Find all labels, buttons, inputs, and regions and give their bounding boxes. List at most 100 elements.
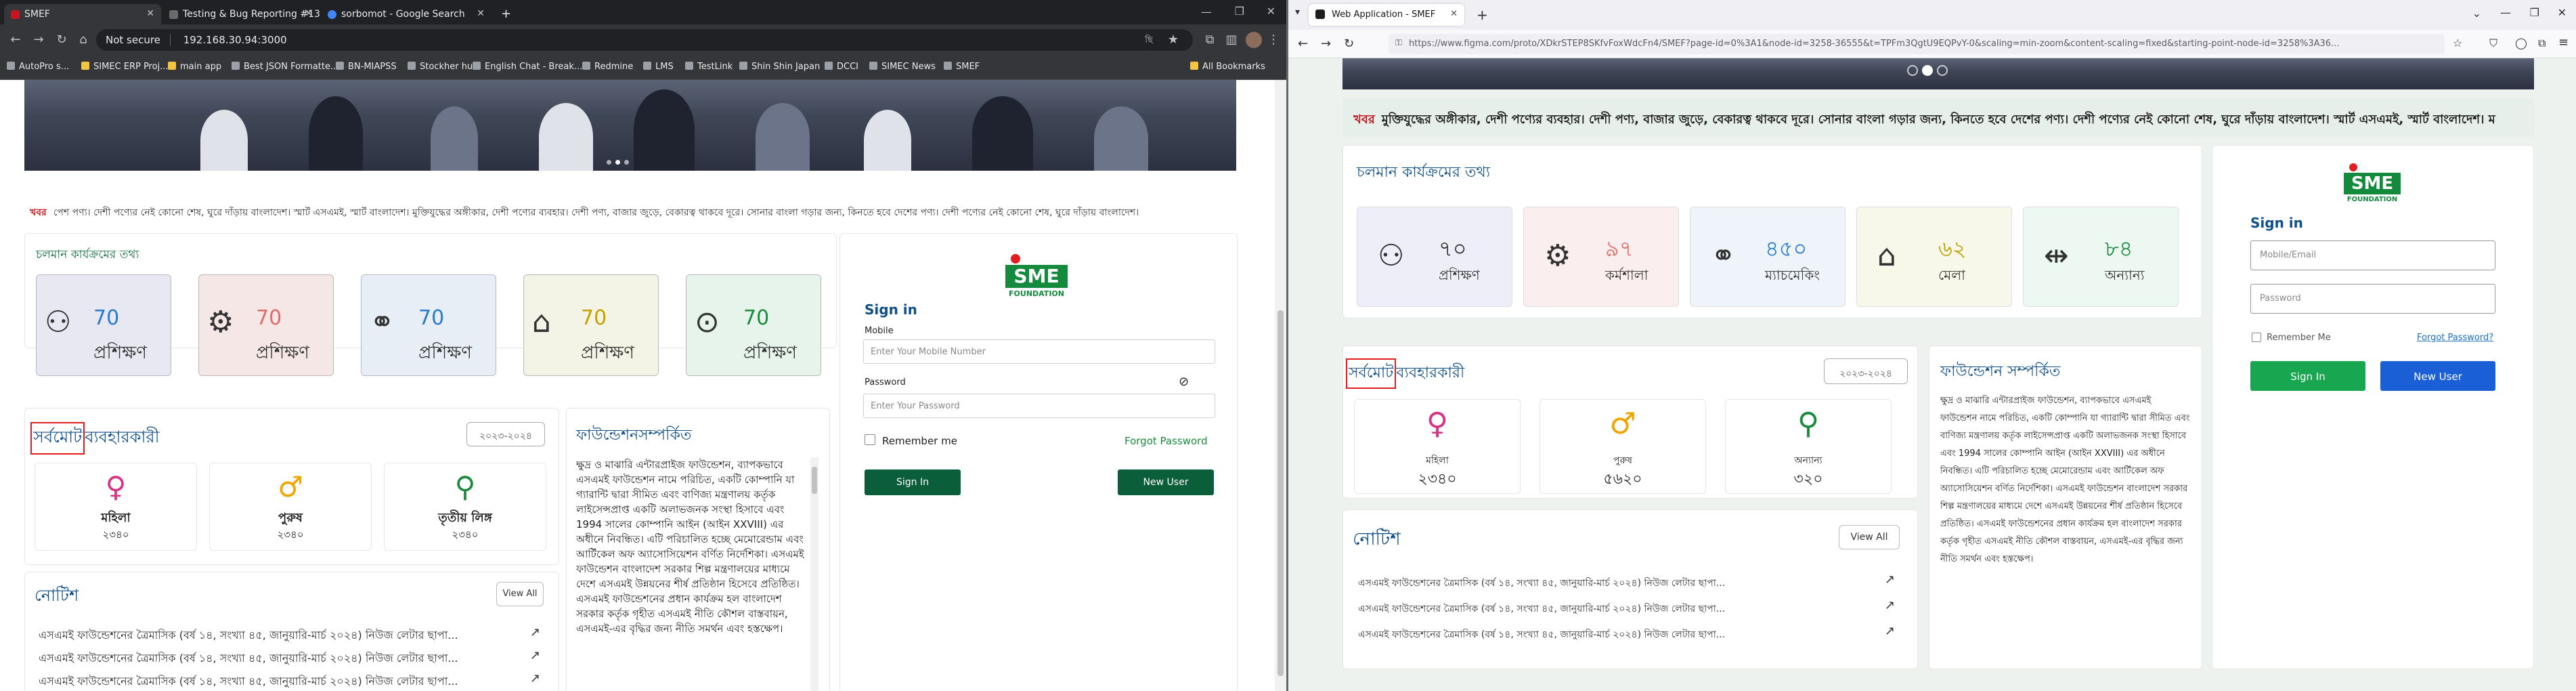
notice-item[interactable]: এসএমই ফাউন্ডেশনের ত্রৈমাসিক (বর্ষ ১৪, সং… [39, 650, 458, 668]
password-input[interactable]: Password [2250, 284, 2495, 314]
menu-icon[interactable]: ⋮ [1266, 33, 1281, 47]
tab-web-application[interactable]: Web Application - SMEF ✕ [1309, 4, 1464, 26]
bookmark-item[interactable]: TestLink [685, 62, 733, 72]
home-icon[interactable]: ⌂ [76, 33, 91, 47]
tab-list-icon[interactable]: ▾ [1295, 7, 1300, 18]
program-card-fair[interactable]: ⌂ 70 প্রশিক্ষণ [523, 274, 659, 376]
close-icon[interactable]: ✕ [146, 8, 154, 19]
bookmark-item[interactable]: Redmine [582, 62, 633, 72]
forward-icon[interactable]: → [1321, 37, 1331, 51]
program-card-others[interactable]: ⇹ ৮৪ অন্যান্য [2023, 207, 2179, 307]
bookmark-item[interactable]: main app [168, 62, 221, 72]
remember-checkbox[interactable] [865, 434, 875, 445]
bookmark-item[interactable]: Shin Shin Japan [739, 62, 820, 72]
star-icon[interactable]: ★ [1166, 33, 1181, 47]
notice-item[interactable]: এসএমই ফাউন্ডেশনের ত্রৈমাসিক (বর্ষ ১৪, সং… [39, 673, 458, 691]
maximize-icon[interactable]: ❐ [2530, 6, 2539, 19]
window-close-icon[interactable]: ✕ [1267, 5, 1275, 18]
new-user-button[interactable]: New User [2380, 361, 2495, 391]
tab-smef[interactable]: SMEF ✕ [4, 4, 161, 24]
program-card-matchmaking[interactable]: ⚭ ৪৫০ ম্যাচমেকিং [1690, 207, 1846, 307]
minimize-icon[interactable]: — [2500, 6, 2511, 19]
extensions-icon[interactable]: ⧉ [2538, 37, 2546, 50]
new-tab-button[interactable]: + [496, 4, 516, 24]
bookmark-item[interactable]: Best JSON Formatte... [232, 62, 339, 72]
close-icon[interactable]: ✕ [1450, 9, 1458, 19]
all-bookmarks[interactable]: All Bookmarks [1190, 62, 1265, 72]
external-link-icon[interactable]: ↗ [1885, 598, 1895, 612]
star-icon[interactable]: ☆ [2453, 37, 2462, 49]
account-icon[interactable]: ◯ [2515, 37, 2527, 49]
bookmark-item[interactable]: SIMEC News [869, 62, 936, 72]
menu-icon[interactable]: ≡ [2558, 35, 2569, 49]
carousel-dots[interactable] [1907, 65, 1948, 76]
password-input[interactable]: Enter Your Password [863, 394, 1215, 418]
bookmark-item[interactable]: Stockher hub [408, 62, 478, 72]
program-card-workshop[interactable]: ⚙ 70 প্রশিক্ষণ [198, 274, 334, 376]
bookmark-item[interactable]: LMS [643, 62, 674, 72]
mobile-email-input[interactable]: Mobile/Email [2250, 240, 2495, 270]
new-tab-button[interactable]: + [1477, 7, 1488, 23]
reload-icon[interactable]: ↻ [1344, 37, 1354, 51]
external-link-icon[interactable]: ↗ [1885, 624, 1895, 638]
program-card-workshop[interactable]: ⚙ ৯৭ কর্মশালা [1523, 207, 1679, 307]
notice-item[interactable]: এসএমই ফাউন্ডেশনের ত্রৈমাসিক (বর্ষ ১৪, সং… [1358, 601, 1725, 617]
list-all-tabs-icon[interactable]: ⌄ [2472, 7, 2481, 20]
profile-chip[interactable]: ছি [1141, 34, 1156, 49]
tab-google[interactable]: sorbomot - Google Search ✕ [321, 4, 492, 24]
program-card-fair[interactable]: ⌂ ৬২ মেলা [1856, 207, 2012, 307]
notice-item[interactable]: এসএমই ফাউন্ডেশনের ত্রৈমাসিক (বর্ষ ১৪, সং… [1358, 627, 1725, 643]
program-card-others[interactable]: ⊙ 70 প্রশিক্ষণ [686, 274, 821, 376]
omnibox[interactable]: Not secure 192.168.30.94:3000 [96, 29, 1193, 51]
signin-button[interactable]: Sign In [2250, 361, 2365, 391]
sidebar-icon[interactable]: ▥ [1224, 33, 1239, 47]
close-icon[interactable]: ✕ [305, 8, 313, 19]
bookmark-item[interactable]: SMEF [944, 62, 980, 72]
program-card-matchmaking[interactable]: ⚭ 70 প্রশিক্ষণ [361, 274, 496, 376]
forward-icon[interactable]: → [31, 33, 46, 47]
bookmark-item[interactable]: SIMEC ERP Proj... [81, 62, 169, 72]
pocket-icon[interactable]: ⛉ [2489, 37, 2497, 50]
external-link-icon[interactable]: ↗ [530, 625, 540, 640]
program-card-training[interactable]: ⚇ ৭০ প্রশিক্ষণ [1357, 207, 1512, 307]
view-all-button[interactable]: View All [496, 582, 544, 606]
notice-item[interactable]: এসএমই ফাউন্ডেশনের ত্রৈমাসিক (বর্ষ ১৪, সং… [39, 627, 458, 645]
mobile-input[interactable]: Enter Your Mobile Number [863, 339, 1215, 364]
signin-button[interactable]: Sign In [865, 469, 961, 495]
new-user-button[interactable]: New User [1118, 469, 1214, 495]
external-link-icon[interactable]: ↗ [530, 671, 540, 686]
window-close-icon[interactable]: ✕ [2558, 6, 2567, 19]
forgot-password-link[interactable]: Forgot Password [1125, 435, 1208, 447]
close-icon[interactable]: ✕ [477, 8, 485, 19]
tab-testing[interactable]: Testing & Bug Reporting #130...✕ [162, 4, 320, 24]
back-icon[interactable]: ← [8, 33, 23, 47]
extensions-icon[interactable]: ⧉ [1202, 33, 1217, 47]
view-all-button[interactable]: View All [1839, 525, 1900, 549]
bookmark-item[interactable]: AutoPro s... [7, 62, 69, 72]
forgot-password-link[interactable]: Forgot Password? [2417, 333, 2493, 343]
bookmark-item[interactable]: BN-MIAPSS [336, 62, 397, 72]
banner-figure [539, 103, 593, 171]
external-link-icon[interactable]: ↗ [530, 648, 540, 663]
bookmark-item[interactable]: DCCI [825, 62, 858, 72]
year-select[interactable]: ২০২৩-২০২৪ [466, 422, 545, 446]
bookmark-item[interactable]: English Chat - Break... [473, 62, 582, 72]
url-bar[interactable]: ⚿ https://www.figma.com/proto/XDkrSTEP8SK… [1389, 34, 2445, 54]
about-scrollbar[interactable] [810, 457, 818, 691]
figma-favicon [1315, 9, 1325, 19]
carousel-dots[interactable] [607, 160, 629, 165]
maximize-icon[interactable]: ❐ [1235, 5, 1244, 18]
remember-checkbox[interactable] [2252, 333, 2261, 342]
lock-icon[interactable]: ⚿ [1395, 38, 1402, 48]
year-select[interactable]: ২০২৩-২০২৪ [1824, 358, 1908, 384]
minimize-icon[interactable]: — [1201, 5, 1212, 18]
external-link-icon[interactable]: ↗ [1885, 572, 1895, 587]
not-secure-badge[interactable]: Not secure [106, 34, 171, 46]
left-page-scrollbar[interactable] [1275, 80, 1286, 691]
back-icon[interactable]: ← [1298, 37, 1308, 51]
notice-item[interactable]: এসএমই ফাউন্ডেশনের ত্রৈমাসিক (বর্ষ ১৪, সং… [1358, 575, 1725, 591]
program-card-training[interactable]: ⚇ 70 প্রশিক্ষণ [36, 274, 171, 376]
eye-slash-icon[interactable]: ⊘ [1179, 375, 1189, 389]
avatar[interactable] [1246, 32, 1262, 48]
reload-icon[interactable]: ↻ [54, 33, 69, 47]
